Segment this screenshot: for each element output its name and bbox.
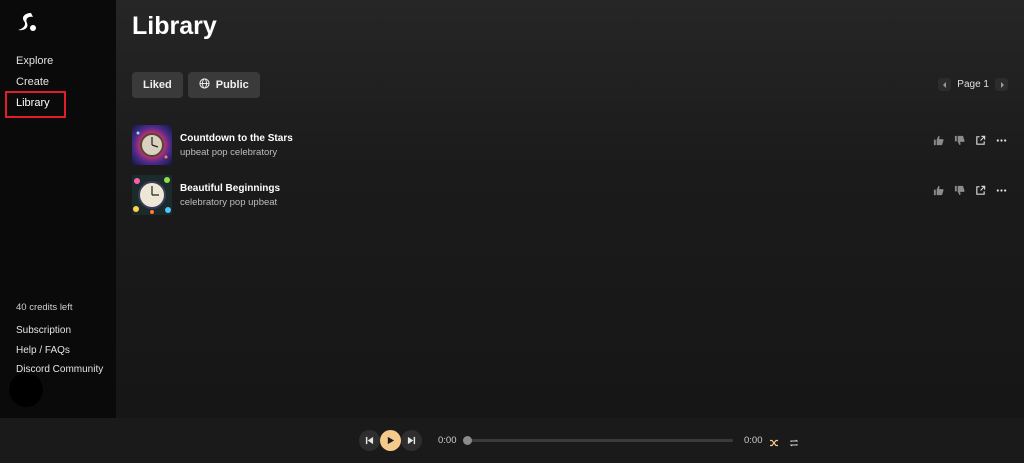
song-actions [932, 184, 1008, 197]
public-filter-button[interactable]: Public [187, 72, 260, 98]
liked-filter-label: Liked [143, 79, 172, 91]
thumbs-up-icon[interactable] [932, 134, 945, 147]
list-item[interactable]: Beautiful Beginnings celebratory pop upb… [132, 170, 1008, 220]
play-icon [387, 436, 395, 445]
chevron-left-icon [942, 81, 946, 88]
repeat-icon[interactable] [789, 435, 799, 447]
app-logo-icon[interactable] [14, 10, 38, 34]
page-indicator: Page 1 [957, 79, 989, 90]
song-meta: Beautiful Beginnings celebratory pop upb… [180, 183, 280, 208]
progress-bar[interactable] [467, 439, 733, 442]
pager: Page 1 [938, 78, 1008, 91]
song-meta: Countdown to the Stars upbeat pop celebr… [180, 133, 293, 158]
more-options-icon[interactable] [995, 134, 1008, 147]
sidebar-item-explore[interactable]: Explore [16, 54, 53, 75]
song-cover-image[interactable] [132, 125, 172, 165]
subscription-link[interactable]: Subscription [16, 325, 103, 345]
song-actions [932, 134, 1008, 147]
thumbs-up-icon[interactable] [932, 184, 945, 197]
song-title[interactable]: Beautiful Beginnings [180, 183, 280, 194]
more-options-icon[interactable] [995, 184, 1008, 197]
sidebar-bottom: 40 credits left Subscription Help / FAQs… [16, 302, 103, 384]
liked-filter-button[interactable]: Liked [132, 72, 183, 98]
public-filter-label: Public [215, 79, 249, 91]
next-track-button[interactable] [401, 430, 422, 451]
globe-icon [199, 78, 210, 92]
previous-page-button[interactable] [938, 78, 952, 91]
list-item[interactable]: Countdown to the Stars upbeat pop celebr… [132, 120, 1008, 170]
credits-remaining: 40 credits left [16, 302, 73, 313]
duration: 0:00 [744, 435, 763, 446]
filter-chips: Liked Public [132, 72, 260, 98]
chevron-right-icon [1000, 81, 1004, 88]
current-time: 0:00 [438, 435, 457, 446]
player-bar: 0:00 0:00 [0, 418, 1024, 463]
previous-track-button[interactable] [359, 430, 380, 451]
thumbs-down-icon[interactable] [953, 134, 966, 147]
page-title: Library [132, 12, 217, 40]
song-title[interactable]: Countdown to the Stars [180, 133, 293, 144]
song-tags: upbeat pop celebratory [180, 146, 278, 158]
next-page-button[interactable] [995, 78, 1008, 91]
sidebar: Explore Create Library 40 credits left S… [0, 0, 116, 418]
library-highlight-box [5, 91, 66, 118]
skip-back-icon [365, 436, 374, 445]
skip-forward-icon [407, 436, 416, 445]
song-cover-image[interactable] [132, 175, 172, 215]
share-icon[interactable] [974, 134, 987, 147]
song-tags: celebratory pop upbeat [180, 196, 278, 208]
help-faqs-link[interactable]: Help / FAQs [16, 345, 103, 365]
share-icon[interactable] [974, 184, 987, 197]
play-button[interactable] [380, 430, 401, 451]
shuffle-icon[interactable] [769, 435, 779, 447]
progress-handle[interactable] [463, 436, 472, 445]
main-content: Library Liked Public Page 1 Countdown to… [116, 0, 1024, 418]
thumbs-down-icon[interactable] [953, 184, 966, 197]
song-list: Countdown to the Stars upbeat pop celebr… [132, 120, 1008, 220]
avatar[interactable] [9, 373, 43, 407]
